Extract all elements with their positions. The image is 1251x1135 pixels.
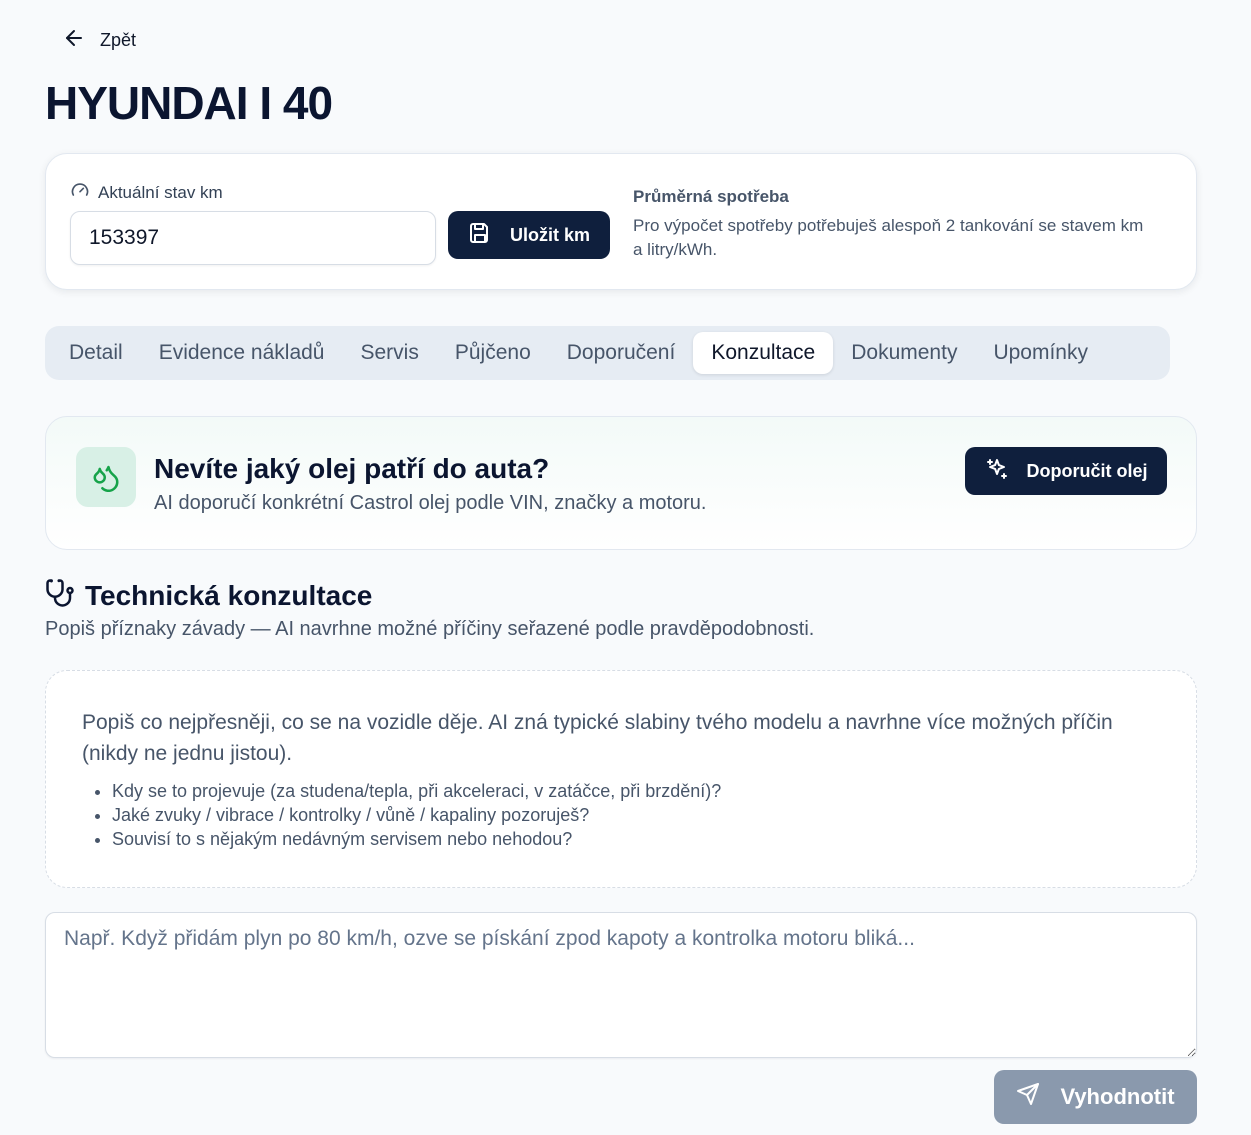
consumption-title: Průměrná spotřeba: [633, 187, 789, 206]
consultation-subtitle: Popiš příznaky závady — AI navrhne možné…: [45, 618, 815, 640]
back-label: Zpět: [100, 30, 137, 50]
consultation-title: Technická konzultace: [85, 579, 373, 611]
page-title: HYUNDAI I 40: [45, 77, 333, 129]
hint-text: Popiš co nejpřesněji, co se na vozidle d…: [82, 711, 1113, 765]
km-label: Aktuální stav km: [70, 180, 223, 205]
stethoscope-icon: [45, 578, 75, 613]
evaluate-button[interactable]: Vyhodnotit: [994, 1070, 1197, 1124]
tab-servis[interactable]: Servis: [343, 332, 437, 374]
gauge-icon: [70, 180, 90, 205]
km-input[interactable]: [70, 211, 436, 265]
tab-doporuceni[interactable]: Doporučení: [549, 332, 694, 374]
list-item: Jaké zvuky / vibrace / kontrolky / vůně …: [112, 803, 721, 827]
droplets-icon: [76, 447, 136, 507]
consultation-header: Technická konzultace: [45, 578, 372, 613]
list-item: Kdy se to projevuje (za studena/tepla, p…: [112, 779, 721, 803]
save-icon: [468, 221, 492, 250]
back-link[interactable]: Zpět: [62, 26, 136, 55]
symptoms-textarea[interactable]: [45, 912, 1197, 1058]
km-label-text: Aktuální stav km: [98, 182, 223, 202]
tab-evidence-nakladu[interactable]: Evidence nákladů: [141, 332, 343, 374]
hint-box: Popiš co nejpřesněji, co se na vozidle d…: [45, 670, 1197, 888]
recommend-oil-button[interactable]: Doporučit olej: [965, 447, 1167, 495]
oil-recommendation-card: Nevíte jaký olej patří do auta? AI dopor…: [45, 416, 1197, 550]
recommend-oil-label: Doporučit olej: [1026, 460, 1148, 481]
save-km-button[interactable]: Uložit km: [448, 211, 610, 259]
arrow-left-icon: [62, 26, 86, 55]
sparkles-icon: [985, 457, 1009, 486]
tab-dokumenty[interactable]: Dokumenty: [833, 332, 975, 374]
list-item: Souvisí to s nějakým nedávným servisem n…: [112, 827, 721, 851]
km-card: Aktuální stav km Uložit km Průměrná spot…: [45, 153, 1197, 290]
tab-bar: Detail Evidence nákladů Servis Půjčeno D…: [45, 326, 1170, 380]
send-icon: [1016, 1082, 1040, 1112]
tab-pujceno[interactable]: Půjčeno: [437, 332, 549, 374]
consumption-text: Pro výpočet spotřeby potřebuješ alespoň …: [633, 216, 1144, 259]
tab-upominky[interactable]: Upomínky: [975, 332, 1106, 374]
tab-detail[interactable]: Detail: [51, 332, 141, 374]
oil-card-subtitle: AI doporučí konkrétní Castrol olej podle…: [154, 492, 707, 514]
tab-konzultace[interactable]: Konzultace: [693, 332, 834, 374]
hint-list: Kdy se to projevuje (za studena/tepla, p…: [112, 779, 721, 851]
save-km-label: Uložit km: [509, 224, 590, 245]
evaluate-label: Vyhodnotit: [1060, 1084, 1175, 1109]
oil-card-title: Nevíte jaký olej patří do auta?: [154, 453, 550, 484]
